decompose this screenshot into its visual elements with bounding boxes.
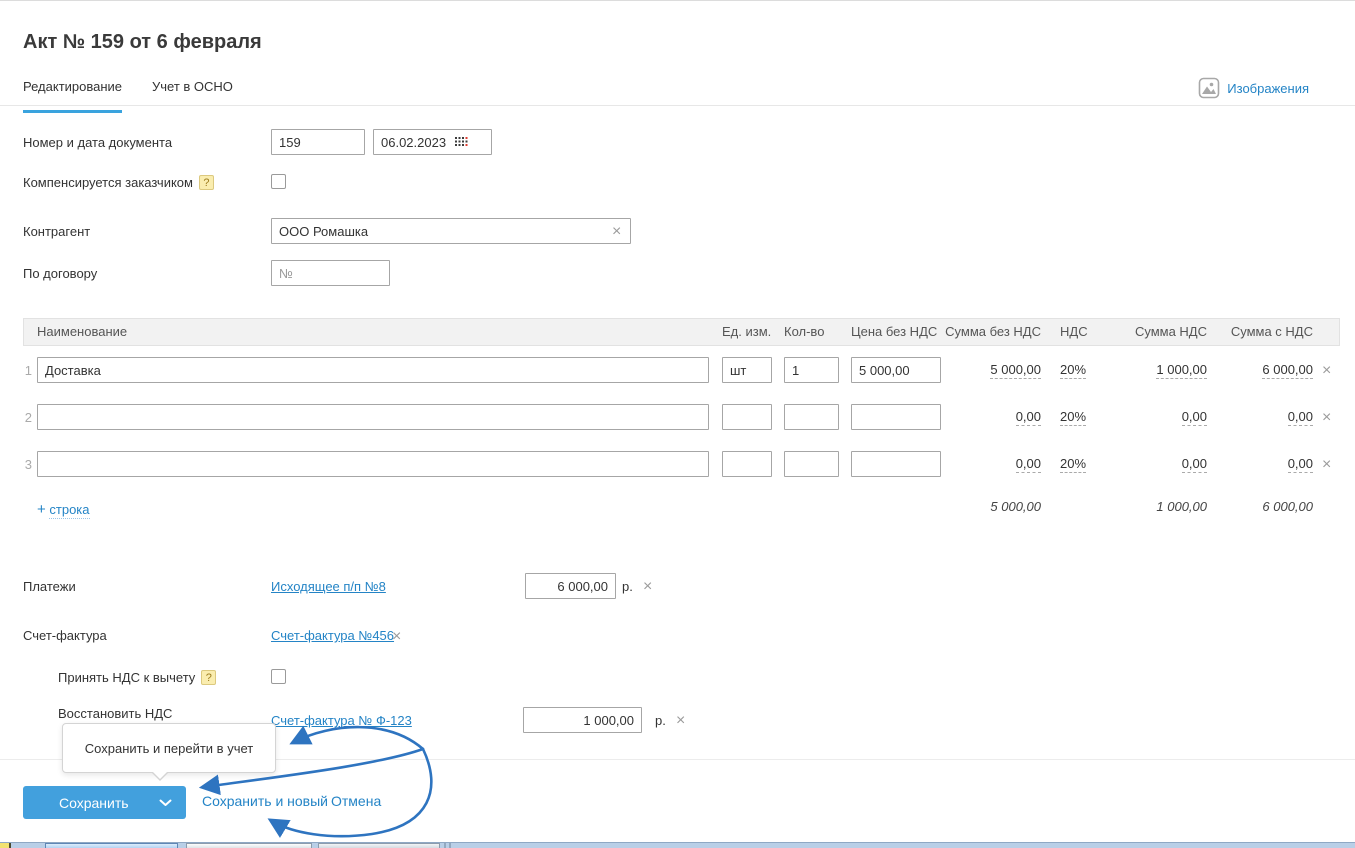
- invoice-remove-icon[interactable]: ×: [392, 629, 401, 645]
- payments-label: Платежи: [23, 579, 76, 594]
- contract-label: По договору: [23, 266, 98, 281]
- row-number: 1: [24, 363, 32, 378]
- col-header-sum-no-vat: Сумма без НДС: [945, 324, 1041, 339]
- col-header-vat: НДС: [1060, 324, 1088, 339]
- taskbar-separator: [444, 843, 446, 848]
- item-name-input[interactable]: [37, 451, 709, 477]
- invoice-doc-link[interactable]: Счет-фактура №456: [271, 628, 394, 643]
- item-unit-input[interactable]: [722, 404, 772, 430]
- compensated-label: Компенсируется заказчиком?: [23, 175, 214, 190]
- col-header-price: Цена без НДС: [851, 324, 938, 339]
- act-edit-page: Акт № 159 от 6 февраля Редактирование Уч…: [0, 0, 1355, 848]
- col-header-name: Наименование: [37, 324, 128, 339]
- sum-with-vat-value[interactable]: 0,00: [1287, 409, 1313, 426]
- item-qty-input[interactable]: [784, 451, 839, 477]
- vat-sum-value[interactable]: 0,00: [1181, 456, 1207, 473]
- vat-restore-remove-icon[interactable]: ×: [676, 713, 685, 729]
- vat-rate-value[interactable]: 20%: [1060, 456, 1087, 473]
- image-icon: [1198, 77, 1220, 99]
- row-number: 2: [24, 410, 32, 425]
- plus-icon: +: [37, 501, 46, 518]
- sum-with-vat-value[interactable]: 6 000,00: [1262, 362, 1313, 379]
- remove-row-icon[interactable]: ×: [1322, 410, 1331, 426]
- total-vat-sum: 1 000,00: [1156, 499, 1207, 514]
- doc-number-label: Номер и дата документа: [23, 135, 173, 150]
- vat-restore-label: Восстановить НДС: [58, 706, 173, 721]
- remove-row-icon[interactable]: ×: [1322, 457, 1331, 473]
- doc-date-input[interactable]: [373, 129, 492, 155]
- save-button[interactable]: Сохранить: [23, 786, 186, 819]
- add-row-label: строка: [49, 502, 90, 519]
- item-price-input[interactable]: [851, 404, 941, 430]
- item-name-input[interactable]: [37, 357, 709, 383]
- save-dropdown-tooltip[interactable]: Сохранить и перейти в учет: [62, 723, 276, 781]
- vat-restore-doc-link[interactable]: Счет-фактура № Ф-123: [271, 713, 412, 728]
- row-number: 3: [24, 457, 32, 472]
- calendar-picker-icon[interactable]: [455, 137, 469, 147]
- cancel-link[interactable]: Отмена: [331, 793, 381, 809]
- total-sum-no-vat: 5 000,00: [990, 499, 1041, 514]
- counterparty-input[interactable]: [271, 218, 631, 244]
- remove-row-icon[interactable]: ×: [1322, 363, 1331, 379]
- taskbar-start-button[interactable]: [0, 843, 11, 848]
- save-button-label: Сохранить: [59, 794, 129, 811]
- payment-remove-icon[interactable]: ×: [643, 579, 652, 595]
- contract-input[interactable]: [271, 260, 390, 286]
- taskbar-app-button[interactable]: [45, 843, 178, 848]
- images-label: Изображения: [1227, 80, 1309, 96]
- tab-editing[interactable]: Редактирование: [23, 79, 123, 113]
- vat-deduct-checkbox[interactable]: [271, 669, 286, 684]
- taskbar-app-button[interactable]: [318, 843, 440, 848]
- sum-no-vat-value[interactable]: 0,00: [1015, 409, 1041, 426]
- item-unit-input[interactable]: [722, 451, 772, 477]
- page-title: Акт № 159 от 6 февраля: [23, 31, 262, 53]
- item-qty-input[interactable]: [784, 404, 839, 430]
- col-header-sum-with-vat: Сумма с НДС: [1230, 324, 1313, 339]
- tabs-divider: [0, 105, 1355, 106]
- vat-deduct-label: Принять НДС к вычету?: [58, 670, 217, 685]
- taskbar-strip: [0, 842, 1355, 848]
- vat-sum-value[interactable]: 0,00: [1181, 409, 1207, 426]
- tooltip-label: Сохранить и перейти в учет: [84, 740, 254, 756]
- sum-no-vat-value[interactable]: 5 000,00: [990, 362, 1041, 379]
- sum-no-vat-value[interactable]: 0,00: [1015, 456, 1041, 473]
- payment-amount-input[interactable]: [525, 573, 616, 599]
- item-price-input[interactable]: [851, 357, 941, 383]
- counterparty-clear-icon[interactable]: ×: [612, 224, 621, 240]
- total-sum-with-vat: 6 000,00: [1262, 499, 1313, 514]
- col-header-qty: Кол-во: [784, 324, 825, 339]
- images-button[interactable]: Изображения: [1198, 77, 1309, 99]
- invoice-label: Счет-фактура: [23, 628, 107, 643]
- vat-deduct-label-text: Принять НДС к вычету: [58, 670, 196, 685]
- col-header-vat-sum: Сумма НДС: [1134, 324, 1207, 339]
- chevron-down-icon[interactable]: [159, 799, 172, 807]
- arrow-to-tooltip: [289, 725, 425, 751]
- taskbar-separator: [449, 843, 451, 848]
- counterparty-label: Контрагент: [23, 224, 91, 239]
- item-price-input[interactable]: [851, 451, 941, 477]
- payment-doc-link[interactable]: Исходящее п/п №8: [271, 579, 386, 594]
- item-name-input[interactable]: [37, 404, 709, 430]
- vat-rate-value[interactable]: 20%: [1060, 409, 1087, 426]
- taskbar-app-button[interactable]: [186, 843, 312, 848]
- item-qty-input[interactable]: [784, 357, 839, 383]
- help-icon[interactable]: ?: [198, 175, 214, 190]
- vat-sum-value[interactable]: 1 000,00: [1156, 362, 1207, 379]
- save-and-new-link[interactable]: Сохранить и новый: [202, 793, 328, 809]
- vat-restore-amount-input[interactable]: [523, 707, 642, 733]
- add-row-link[interactable]: + строка: [37, 501, 90, 519]
- compensated-label-text: Компенсируется заказчиком: [23, 175, 193, 190]
- doc-number-input[interactable]: [271, 129, 365, 155]
- compensated-checkbox[interactable]: [271, 174, 286, 189]
- sum-with-vat-value[interactable]: 0,00: [1287, 456, 1313, 473]
- col-header-unit: Ед. изм.: [722, 324, 772, 339]
- vat-rate-value[interactable]: 20%: [1060, 362, 1087, 379]
- help-icon[interactable]: ?: [201, 670, 217, 685]
- payment-currency-suffix: р.: [622, 579, 633, 594]
- vat-restore-currency-suffix: р.: [655, 713, 666, 728]
- item-unit-input[interactable]: [722, 357, 772, 383]
